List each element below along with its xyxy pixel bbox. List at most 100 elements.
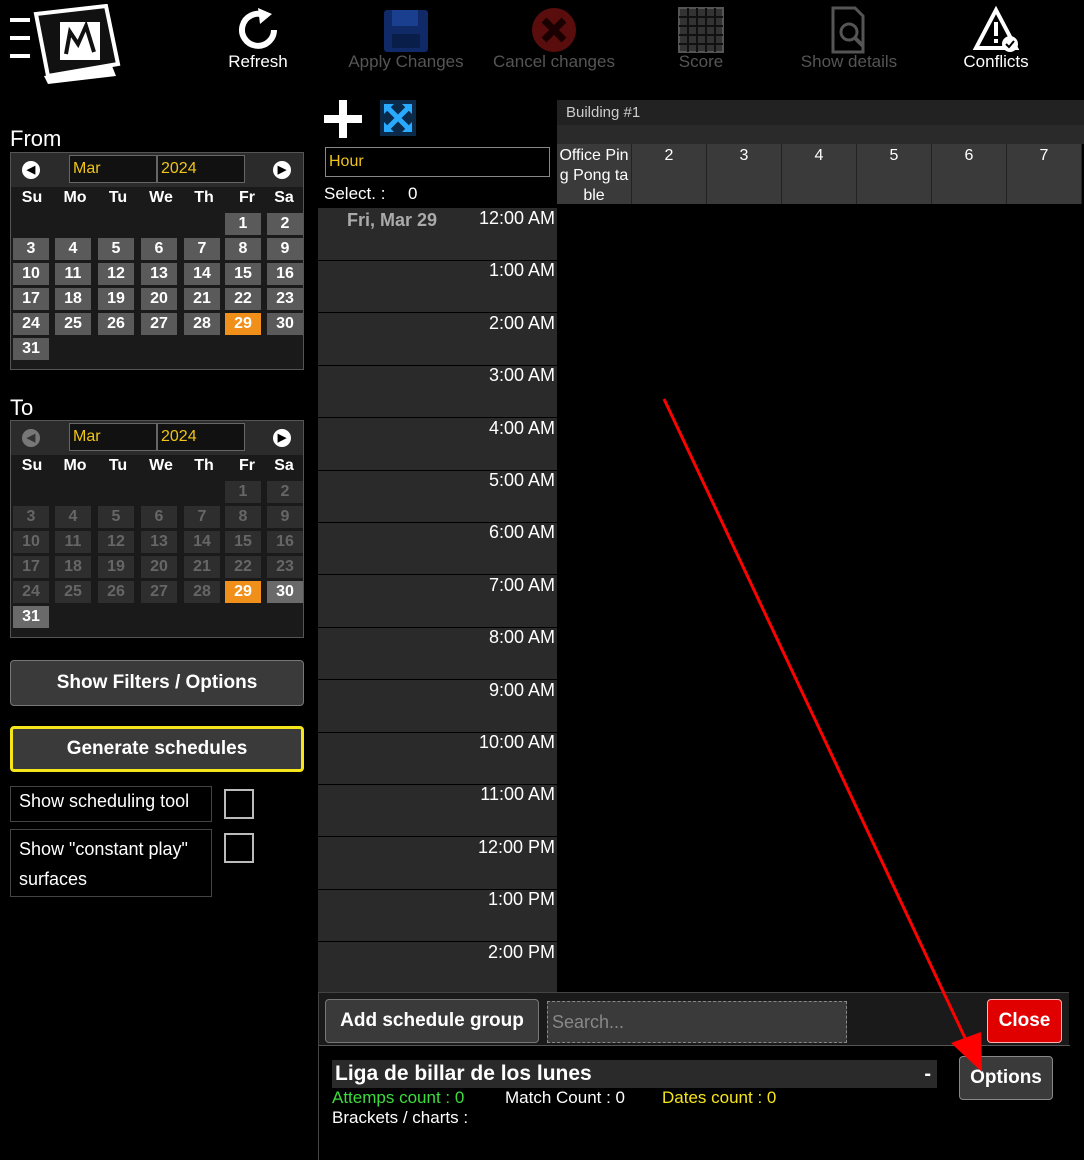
calendar-day[interactable]: 23 — [267, 556, 303, 578]
calendar-day[interactable]: 22 — [225, 288, 261, 310]
calendar-day[interactable]: 20 — [141, 556, 177, 578]
calendar-day[interactable]: 29 — [225, 581, 261, 603]
year-select[interactable]: 2024 — [157, 423, 245, 451]
year-select[interactable]: 2024 — [157, 155, 245, 183]
calendar-day[interactable]: 28 — [184, 581, 220, 603]
search-input[interactable]: Search... — [547, 1001, 847, 1043]
calendar-day[interactable]: 30 — [267, 581, 303, 603]
calendar-day[interactable]: 3 — [13, 238, 49, 260]
time-scale-select[interactable]: Hour — [325, 147, 550, 177]
calendar-day[interactable]: 12 — [98, 263, 134, 285]
calendar-day[interactable]: 2 — [267, 481, 303, 503]
show-details-button[interactable]: Show details — [774, 6, 924, 76]
add-icon[interactable] — [324, 100, 362, 138]
calendar-day[interactable]: 21 — [184, 556, 220, 578]
calendar-day[interactable]: 30 — [267, 313, 303, 335]
calendar-day[interactable]: 1 — [225, 481, 261, 503]
calendar-day[interactable]: 25 — [55, 581, 91, 603]
calendar-day[interactable]: 16 — [267, 263, 303, 285]
column-header-2[interactable]: 2 — [632, 144, 707, 204]
calendar-day[interactable]: 15 — [225, 531, 261, 553]
time-slot[interactable]: 10:00 AM — [318, 732, 557, 785]
show-filters-button[interactable]: Show Filters / Options — [10, 660, 304, 706]
calendar-day[interactable]: 20 — [141, 288, 177, 310]
calendar-day[interactable]: 11 — [55, 263, 91, 285]
apply-changes-button[interactable]: Apply Changes — [331, 6, 481, 76]
calendar-day[interactable]: 29 — [225, 313, 261, 335]
month-select[interactable]: Mar — [69, 155, 157, 183]
calendar-day[interactable]: 24 — [13, 581, 49, 603]
calendar-day[interactable]: 17 — [13, 556, 49, 578]
calendar-day[interactable]: 8 — [225, 238, 261, 260]
score-button[interactable]: Score — [626, 6, 776, 76]
menu-logo-button[interactable] — [8, 3, 124, 86]
time-slot[interactable]: 2:00 AM — [318, 313, 557, 366]
time-slot[interactable]: 1:00 PM — [318, 889, 557, 943]
cancel-changes-button[interactable]: Cancel changes — [479, 6, 629, 76]
time-slot[interactable]: 6:00 AM — [318, 522, 557, 576]
calendar-day[interactable]: 9 — [267, 506, 303, 528]
column-header-office-ping-pong[interactable]: Office Pin g Pong ta ble — [557, 144, 632, 204]
time-slot[interactable]: 12:00 PM — [318, 837, 557, 890]
show-constant-play-checkbox[interactable] — [224, 833, 254, 863]
calendar-day[interactable]: 1 — [225, 213, 261, 235]
calendar-day[interactable]: 31 — [13, 606, 49, 628]
time-slot[interactable]: 12:00 AM — [318, 208, 557, 261]
calendar-day[interactable]: 27 — [141, 313, 177, 335]
calendar-day[interactable]: 13 — [141, 263, 177, 285]
calendar-day[interactable]: 31 — [13, 338, 49, 360]
calendar-day[interactable]: 14 — [184, 263, 220, 285]
time-slot[interactable]: 3:00 AM — [318, 365, 557, 419]
calendar-day[interactable]: 19 — [98, 556, 134, 578]
calendar-day[interactable]: 12 — [98, 531, 134, 553]
calendar-day[interactable]: 18 — [55, 556, 91, 578]
time-slot[interactable]: 9:00 AM — [318, 680, 557, 733]
next-month-icon[interactable]: ▶ — [273, 429, 291, 447]
time-slot[interactable]: 1:00 AM — [318, 260, 557, 314]
calendar-day[interactable]: 26 — [98, 313, 134, 335]
prev-month-icon[interactable]: ◀ — [22, 161, 40, 179]
collapse-toggle[interactable]: - — [924, 1060, 931, 1088]
calendar-day[interactable]: 15 — [225, 263, 261, 285]
calendar-day[interactable]: 9 — [267, 238, 303, 260]
time-slot[interactable]: 8:00 AM — [318, 627, 557, 681]
calendar-day[interactable]: 14 — [184, 531, 220, 553]
calendar-day[interactable]: 23 — [267, 288, 303, 310]
time-slot[interactable]: 11:00 AM — [318, 784, 557, 838]
month-select[interactable]: Mar — [69, 423, 157, 451]
calendar-day[interactable]: 13 — [141, 531, 177, 553]
time-slot[interactable]: 4:00 AM — [318, 418, 557, 471]
calendar-day[interactable]: 5 — [98, 506, 134, 528]
time-slot[interactable]: 2:00 PM — [318, 942, 557, 995]
calendar-day[interactable]: 24 — [13, 313, 49, 335]
calendar-day[interactable]: 3 — [13, 506, 49, 528]
calendar-day[interactable]: 4 — [55, 238, 91, 260]
calendar-day[interactable]: 17 — [13, 288, 49, 310]
show-scheduling-tool-checkbox[interactable] — [224, 789, 254, 819]
calendar-day[interactable]: 8 — [225, 506, 261, 528]
calendar-day[interactable]: 10 — [13, 263, 49, 285]
column-header-5[interactable]: 5 — [857, 144, 932, 204]
calendar-day[interactable]: 22 — [225, 556, 261, 578]
calendar-day[interactable]: 26 — [98, 581, 134, 603]
expand-icon[interactable] — [380, 100, 416, 136]
add-schedule-group-button[interactable]: Add schedule group — [325, 999, 539, 1043]
column-header-3[interactable]: 3 — [707, 144, 782, 204]
refresh-button[interactable]: Refresh — [183, 6, 333, 76]
time-slot[interactable]: 5:00 AM — [318, 470, 557, 523]
column-header-6[interactable]: 6 — [932, 144, 1007, 204]
calendar-day[interactable]: 16 — [267, 531, 303, 553]
conflicts-button[interactable]: Conflicts — [921, 6, 1071, 76]
calendar-day[interactable]: 21 — [184, 288, 220, 310]
calendar-day[interactable]: 25 — [55, 313, 91, 335]
calendar-day[interactable]: 10 — [13, 531, 49, 553]
calendar-day[interactable]: 6 — [141, 506, 177, 528]
calendar-day[interactable]: 7 — [184, 506, 220, 528]
calendar-day[interactable]: 2 — [267, 213, 303, 235]
calendar-day[interactable]: 28 — [184, 313, 220, 335]
prev-month-icon[interactable]: ◀ — [22, 429, 40, 447]
next-month-icon[interactable]: ▶ — [273, 161, 291, 179]
options-button[interactable]: Options — [959, 1056, 1053, 1100]
time-slot[interactable]: 7:00 AM — [318, 575, 557, 628]
calendar-day[interactable]: 6 — [141, 238, 177, 260]
